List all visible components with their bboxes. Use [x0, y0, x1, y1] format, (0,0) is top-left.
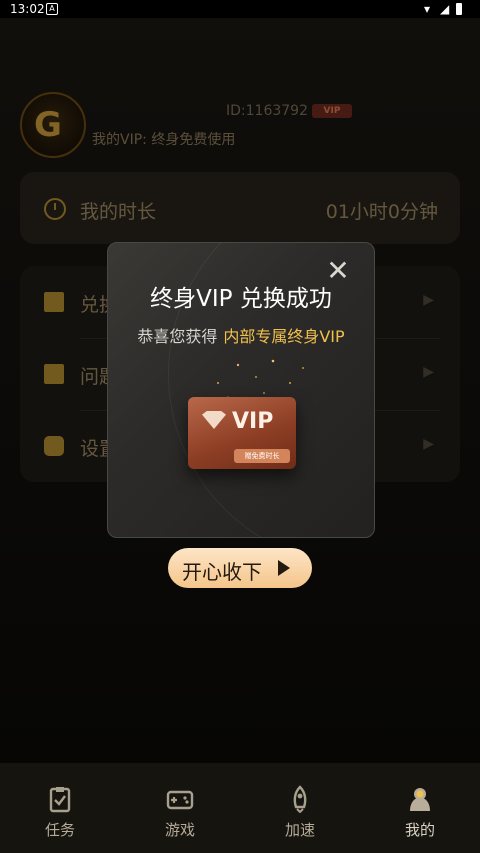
subtitle-prefix: 恭喜您获得 [137, 327, 218, 346]
vip-success-dialog: ✕ 终身VIP 兑换成功 恭喜您获得 内部专属终身VIP VIP 赠免费时长 [107, 242, 375, 538]
user-icon [410, 788, 430, 811]
signal-icon: ◢ [440, 2, 450, 16]
tab-label: 游戏 [164, 821, 195, 839]
rocket-icon [293, 785, 307, 813]
clipboard-icon [49, 787, 71, 813]
accept-button[interactable]: 开心收下 [168, 548, 312, 588]
wifi-icon: ▾ [424, 2, 431, 16]
tab-mine[interactable]: 我的 [360, 763, 480, 853]
sparkle-decoration [217, 359, 304, 400]
vip-card-label: VIP [232, 409, 274, 434]
clock-time: 13:02 [10, 2, 45, 16]
vip-card-strip: 赠免费时长 [234, 449, 290, 463]
tab-label: 我的 [404, 821, 435, 839]
tab-tasks[interactable]: 任务 [0, 763, 120, 853]
gamepad-icon [166, 790, 194, 810]
dialog-subtitle: 恭喜您获得 内部专属终身VIP [108, 323, 374, 347]
battery-icon [456, 3, 462, 15]
dialog-title: 终身VIP 兑换成功 [150, 286, 332, 312]
status-bar: 13:02 A ▾ ◢ [0, 0, 480, 18]
diamond-icon [202, 411, 226, 429]
tab-label: 加速 [284, 821, 315, 839]
play-icon [278, 560, 290, 576]
subtitle-highlight: 内部专属终身VIP [223, 327, 345, 346]
notification-icon: A [46, 3, 58, 15]
vip-card-image: VIP 赠免费时长 [188, 397, 296, 469]
bottom-navigation: 任务 游戏 加速 我的 [0, 763, 480, 853]
tab-label: 任务 [44, 821, 75, 839]
tab-games[interactable]: 游戏 [120, 763, 240, 853]
accept-button-label: 开心收下 [182, 560, 262, 584]
tab-boost[interactable]: 加速 [240, 763, 360, 853]
